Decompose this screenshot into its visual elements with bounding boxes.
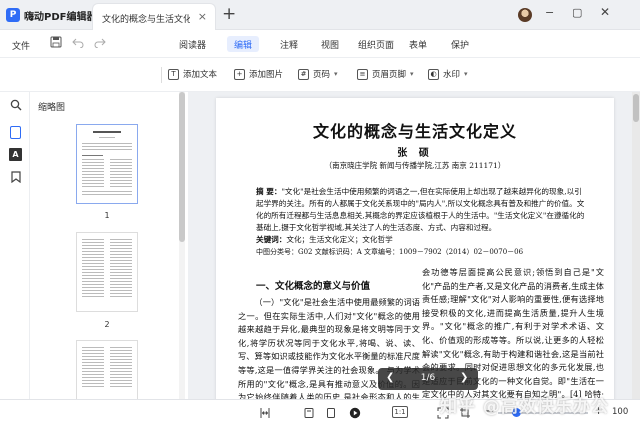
watermark-overlay: 知乎 @高效快乐办公 bbox=[440, 397, 609, 417]
thumbnail-panel-title: 缩略图 bbox=[38, 103, 66, 113]
page-thumbnail-2[interactable] bbox=[76, 232, 138, 312]
document-tab[interactable]: 文化的概念与生活文化... × bbox=[92, 3, 216, 30]
add-image-button[interactable]: + 添加图片 bbox=[234, 68, 283, 80]
document-title: 文化的概念与生活文化定义 bbox=[312, 122, 517, 141]
page-number-label: 页码 bbox=[313, 70, 331, 80]
page-number-button[interactable]: # 页码 ▾ bbox=[298, 68, 338, 80]
single-page-icon[interactable] bbox=[324, 406, 337, 419]
header-footer-button[interactable]: ≡ 页眉页脚 ▾ bbox=[357, 68, 414, 80]
document-scrollbar-track[interactable] bbox=[632, 92, 640, 399]
document-affiliation: （南京晓庄学院 新闻与传播学院,江苏 南京 211171） bbox=[324, 161, 506, 170]
tab-close-icon[interactable]: × bbox=[198, 10, 207, 23]
previous-page-icon[interactable]: ❮ bbox=[386, 372, 394, 383]
tab-view[interactable]: 视图 bbox=[314, 36, 346, 52]
watermark-icon: ◐ bbox=[428, 68, 439, 80]
first-page-icon[interactable] bbox=[302, 406, 315, 419]
tab-edit[interactable]: 编辑 bbox=[227, 36, 260, 52]
keywords-text: 文化；生活文化定义；文化哲学 bbox=[286, 235, 393, 244]
tab-annotate[interactable]: 注释 bbox=[273, 36, 305, 52]
document-viewport: 文化的概念与生活文化定义 张 硕 （南京晓庄学院 新闻与传播学院,江苏 南京 2… bbox=[188, 92, 640, 425]
undo-icon[interactable] bbox=[72, 36, 84, 51]
actual-size-icon[interactable]: 1:1 bbox=[392, 406, 408, 418]
pdf-page[interactable]: 文化的概念与生活文化定义 张 硕 （南京晓庄学院 新闻与传播学院,江苏 南京 2… bbox=[216, 98, 614, 425]
add-text-icon: T bbox=[168, 68, 179, 80]
abstract-text: "文化"是社会生活中使用频繁的词语之一,但在实际使用上却出现了越来越异化的现象,… bbox=[256, 187, 585, 232]
abstract-label: 摘 要： bbox=[256, 187, 282, 196]
header-footer-label: 页眉页脚 bbox=[372, 70, 407, 80]
bookmark-icon[interactable] bbox=[9, 170, 22, 183]
page-number-icon: # bbox=[298, 68, 309, 80]
page-indicator: 1/6 bbox=[420, 373, 436, 383]
document-classification: 中图分类号：G02 文献标识码：A 文章编号：1009－7902（2014）02… bbox=[256, 248, 524, 256]
save-icon[interactable] bbox=[50, 36, 62, 51]
document-scrollbar-thumb[interactable] bbox=[633, 94, 639, 122]
watermark-label: 水印 bbox=[443, 70, 461, 80]
file-menu[interactable]: 文件 bbox=[12, 39, 30, 52]
header-footer-icon: ≡ bbox=[357, 68, 368, 80]
user-avatar[interactable] bbox=[518, 8, 532, 22]
keywords-label: 关键词： bbox=[256, 235, 287, 244]
tab-protect[interactable]: 保护 bbox=[444, 36, 476, 52]
thumbnail-scrollbar-thumb[interactable] bbox=[179, 92, 185, 242]
document-author: 张 硕 bbox=[397, 148, 433, 159]
app-logo-icon: P bbox=[6, 8, 20, 22]
page-number-1: 1 bbox=[104, 211, 110, 220]
thumbnail-panel: 缩略图 1 2 bbox=[30, 92, 216, 410]
add-text-label: 添加文本 bbox=[183, 70, 218, 80]
play-icon[interactable] bbox=[348, 406, 361, 419]
new-tab-icon[interactable]: + bbox=[222, 4, 236, 24]
document-keywords: 关键词：文化；生活文化定义；文化哲学 bbox=[256, 234, 586, 245]
menu-bar: 文件 阅读器 编辑 注释 视图 组织页面 表单 保护 bbox=[0, 30, 640, 58]
add-text-button[interactable]: T 添加文本 bbox=[168, 68, 217, 80]
tab-reader[interactable]: 阅读器 bbox=[172, 36, 213, 52]
section-heading: 一、文化概念的意义与价值 bbox=[256, 281, 371, 292]
tab-organize-pages[interactable]: 组织页面 bbox=[351, 36, 401, 52]
chevron-down-icon: ▾ bbox=[410, 70, 414, 78]
title-bar: P 嗨动PDF编辑器 文化的概念与生活文化... × + − ▢ ✕ bbox=[0, 0, 640, 30]
app-name: 嗨动PDF编辑器 bbox=[24, 12, 97, 23]
toolbar-divider bbox=[161, 67, 162, 83]
page-number-2: 2 bbox=[104, 320, 110, 329]
next-page-icon[interactable]: ❯ bbox=[460, 372, 468, 383]
document-tab-label: 文化的概念与生活文化... bbox=[102, 15, 190, 25]
redo-icon[interactable] bbox=[94, 36, 106, 51]
watermark-button[interactable]: ◐ 水印 ▾ bbox=[428, 68, 468, 80]
thumbnail-panel-icon[interactable] bbox=[10, 126, 21, 139]
page-thumbnail-1[interactable] bbox=[76, 124, 138, 204]
text-recognition-icon[interactable]: A bbox=[9, 148, 22, 161]
zoom-value: 100 bbox=[612, 407, 629, 417]
close-icon[interactable]: ✕ bbox=[600, 5, 610, 19]
minimize-icon[interactable]: − bbox=[545, 6, 554, 19]
document-abstract: 摘 要："文化"是社会生活中使用频繁的词语之一,但在实际使用上却出现了越来越异化… bbox=[256, 186, 586, 234]
chevron-down-icon: ▾ bbox=[334, 70, 338, 78]
add-image-icon: + bbox=[234, 68, 245, 80]
pdf-editor-window: P 嗨动PDF编辑器 文化的概念与生活文化... × + − ▢ ✕ 文件 阅读… bbox=[0, 0, 640, 425]
chevron-down-icon: ▾ bbox=[464, 70, 468, 78]
add-image-label: 添加图片 bbox=[249, 70, 284, 80]
edit-toolbar: T 添加文本 + 添加图片 # 页码 ▾ ≡ 页眉页脚 ▾ ◐ 水印 ▾ bbox=[0, 58, 640, 92]
search-icon[interactable] bbox=[9, 98, 22, 111]
maximize-icon[interactable]: ▢ bbox=[572, 6, 582, 19]
page-navigator: ❮ 1/6 ❯ bbox=[378, 368, 478, 390]
left-rail: A bbox=[0, 92, 30, 399]
tab-forms[interactable]: 表单 bbox=[402, 36, 434, 52]
fit-width-icon[interactable] bbox=[258, 406, 271, 419]
